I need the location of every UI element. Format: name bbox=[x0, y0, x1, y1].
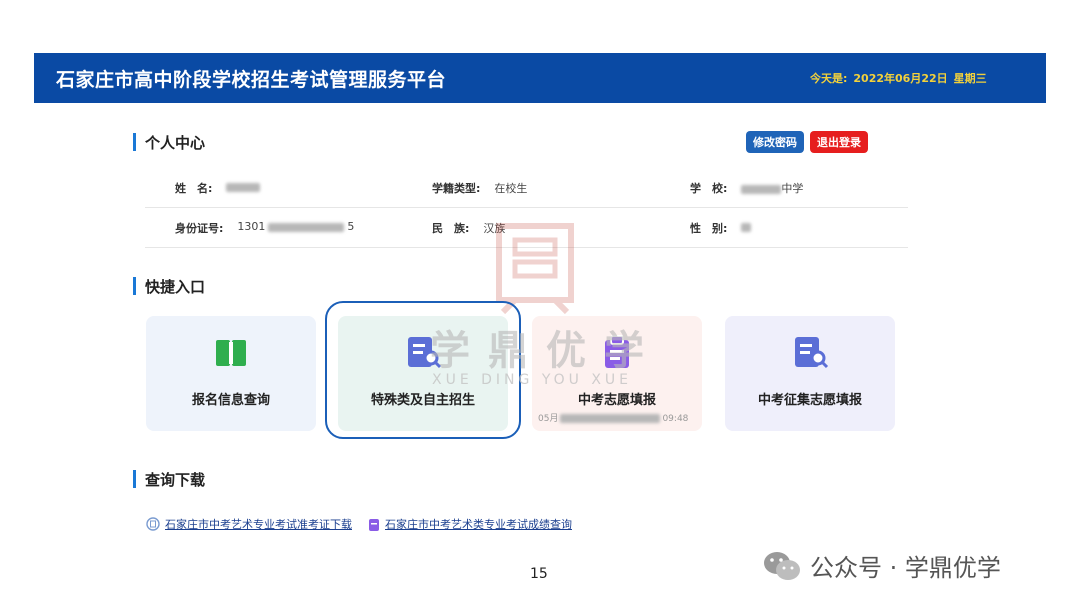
top-header: 石家庄市高中阶段学校招生考试管理服务平台 今天是: 2022年06月22日 星期三 bbox=[34, 53, 1046, 103]
deadline-end: 09:48 bbox=[662, 414, 689, 424]
id-field: 身份证号: 1301 5 bbox=[175, 220, 354, 236]
gender-field: 性 别: bbox=[690, 220, 752, 236]
current-date: 今天是: 2022年06月22日 星期三 bbox=[810, 70, 993, 86]
name-value bbox=[226, 180, 261, 196]
page-number: 15 bbox=[530, 566, 548, 582]
link-art-exam-ticket[interactable]: 石家庄市中考艺术专业考试准考证下载 bbox=[165, 516, 352, 532]
status-value: 在校生 bbox=[494, 182, 528, 195]
tile-label: 报名信息查询 bbox=[191, 393, 270, 408]
ethnicity-label: 民 族: bbox=[432, 222, 470, 235]
date-value: 2022年06月22日 bbox=[853, 72, 948, 85]
book-icon bbox=[216, 340, 246, 366]
link-art-exam-scores[interactable]: 石家庄市中考艺术类专业考试成绩查询 bbox=[385, 516, 572, 532]
tile-registration-query[interactable]: 报名信息查询 bbox=[146, 316, 316, 431]
platform-title: 石家庄市高中阶段学校招生考试管理服务平台 bbox=[56, 69, 447, 91]
info-row-1: 姓 名: 学籍类型: 在校生 学 校: 中学 bbox=[145, 168, 908, 208]
section-personal-center: 个人中心 bbox=[133, 132, 205, 153]
tile-deadline: 05月 09:48 bbox=[538, 411, 688, 424]
id-label: 身份证号: bbox=[175, 222, 224, 235]
wechat-watermark: 公众号 · 学鼎优学 bbox=[762, 548, 1001, 583]
tile-supplementary-application[interactable]: 中考征集志愿填报 bbox=[725, 316, 895, 431]
document-circle-icon bbox=[146, 517, 160, 531]
watermark-text: 学鼎优学 bbox=[430, 328, 662, 374]
school-value: 中学 bbox=[741, 180, 803, 196]
watermark-pinyin: XUE DING YOU XUE bbox=[432, 372, 633, 388]
id-suffix: 5 bbox=[347, 220, 355, 233]
section-downloads: 查询下载 bbox=[133, 469, 205, 490]
change-password-button[interactable]: 修改密码 bbox=[746, 131, 804, 153]
section-shortcuts: 快捷入口 bbox=[133, 276, 205, 297]
name-field: 姓 名: bbox=[175, 180, 261, 196]
clipboard-icon bbox=[369, 519, 379, 531]
deadline-start: 05月 bbox=[538, 414, 559, 424]
gender-value bbox=[741, 220, 752, 236]
tile-label: 中考志愿填报 bbox=[577, 393, 656, 408]
school-suffix: 中学 bbox=[781, 182, 804, 195]
school-field: 学 校: 中学 bbox=[690, 180, 803, 196]
download-links: 石家庄市中考艺术专业考试准考证下载 石家庄市中考艺术类专业考试成绩查询 bbox=[146, 516, 572, 532]
status-label: 学籍类型: bbox=[432, 182, 481, 195]
name-label: 姓 名: bbox=[175, 182, 213, 195]
logout-button[interactable]: 退出登录 bbox=[810, 131, 868, 153]
document-search-icon bbox=[795, 337, 829, 369]
gender-label: 性 别: bbox=[690, 222, 728, 235]
weekday: 星期三 bbox=[953, 72, 987, 85]
school-label: 学 校: bbox=[690, 182, 728, 195]
status-field: 学籍类型: 在校生 bbox=[432, 180, 527, 196]
date-prefix: 今天是: bbox=[810, 72, 848, 85]
tile-label: 中考征集志愿填报 bbox=[757, 393, 862, 408]
id-prefix: 1301 bbox=[237, 220, 266, 233]
id-value: 1301 5 bbox=[237, 220, 354, 236]
wechat-label: 公众号 · 学鼎优学 bbox=[810, 554, 1001, 582]
wechat-icon bbox=[764, 551, 800, 580]
